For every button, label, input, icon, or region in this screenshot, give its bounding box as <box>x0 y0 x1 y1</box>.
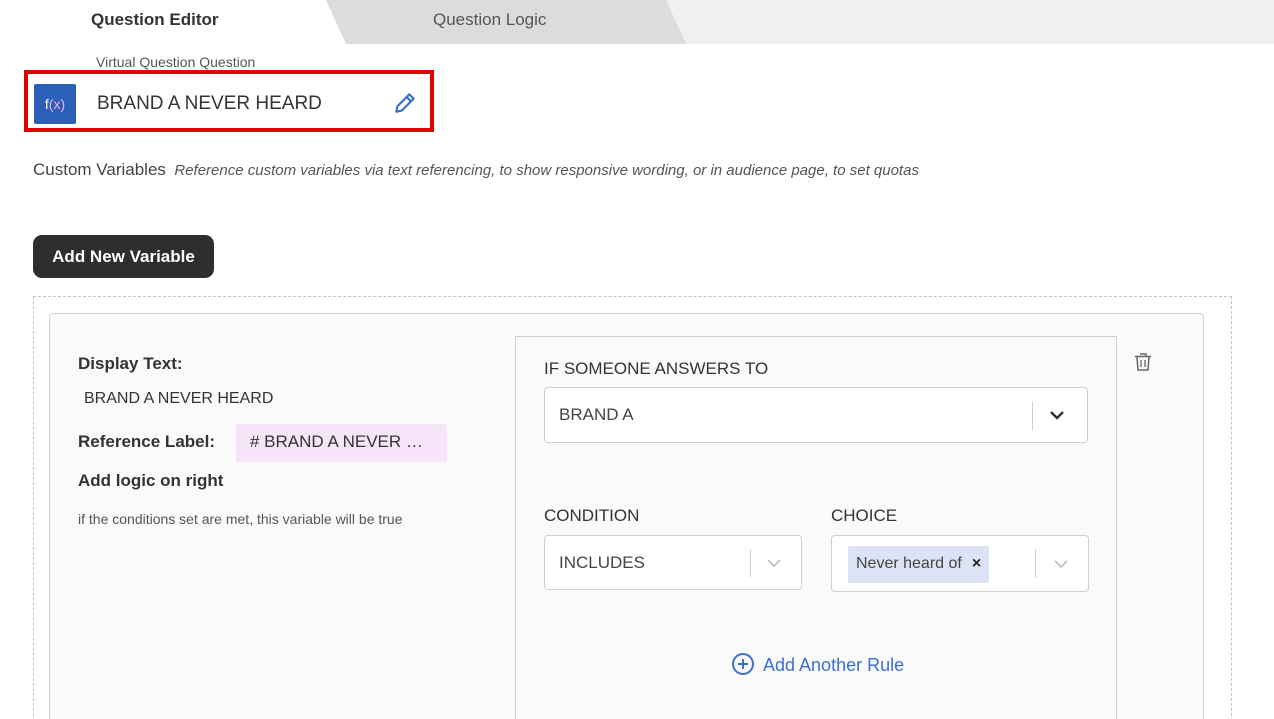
trash-icon[interactable] <box>1134 352 1152 372</box>
select-separator <box>1035 549 1036 578</box>
condition-select-value: INCLUDES <box>559 553 645 572</box>
choice-tag-label: Never heard of <box>856 555 962 572</box>
plus-circle-icon <box>732 653 754 675</box>
tab-question-editor-label: Question Editor <box>91 10 219 29</box>
add-new-variable-button[interactable]: Add New Variable <box>33 235 214 278</box>
tab-question-editor[interactable]: Question Editor <box>0 0 320 44</box>
display-text-value: BRAND A NEVER HEARD <box>84 390 274 407</box>
question-name: BRAND A NEVER HEARD <box>97 93 322 114</box>
condition-select[interactable]: INCLUDES <box>544 535 802 590</box>
answers-to-label: IF SOMEONE ANSWERS TO <box>544 359 769 378</box>
pencil-icon[interactable] <box>392 90 418 116</box>
question-type-label: Virtual Question Question <box>96 54 256 70</box>
reference-label-label: Reference Label: <box>78 432 215 451</box>
select-separator <box>1032 402 1033 430</box>
display-text-label: Display Text: <box>78 354 183 373</box>
logic-hint: if the conditions set are met, this vari… <box>78 511 403 527</box>
condition-label: CONDITION <box>544 506 640 525</box>
close-icon[interactable]: × <box>972 555 981 573</box>
tab-bar: Question Editor Question Logic <box>0 0 1274 44</box>
function-icon: f (x) <box>34 84 76 124</box>
logic-heading: Add logic on right <box>78 471 224 490</box>
question-select[interactable]: BRAND A <box>544 387 1088 443</box>
choice-select[interactable]: Never heard of × <box>831 535 1089 592</box>
chevron-down-icon[interactable] <box>1052 557 1070 571</box>
select-separator <box>750 549 751 577</box>
add-another-rule-label: Add Another Rule <box>763 655 905 675</box>
custom-variables-title: Custom Variables <box>33 160 166 179</box>
tab-question-logic-label: Question Logic <box>433 10 547 29</box>
tab-question-logic[interactable]: Question Logic <box>326 0 688 44</box>
chevron-down-icon[interactable] <box>765 556 783 570</box>
chevron-down-icon[interactable] <box>1048 408 1066 422</box>
choice-tag: Never heard of × <box>848 546 990 583</box>
question-name-box: f (x) BRAND A NEVER HEARD <box>24 70 434 132</box>
reference-label-chip[interactable]: # BRAND A NEVER … <box>236 424 447 462</box>
custom-variables-header: Custom Variables Reference custom variab… <box>33 160 919 180</box>
choice-label: CHOICE <box>831 506 898 525</box>
custom-variables-description: Reference custom variables via text refe… <box>174 162 919 179</box>
question-select-value: BRAND A <box>559 405 634 424</box>
